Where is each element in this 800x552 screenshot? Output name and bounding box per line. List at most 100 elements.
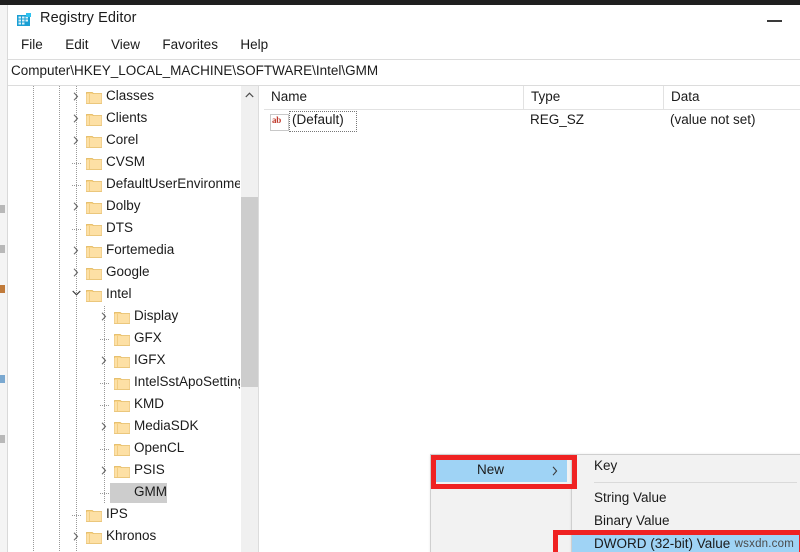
tree-scrollbar[interactable] <box>240 86 258 552</box>
registry-editor-icon <box>16 12 32 28</box>
expand-chevron-icon[interactable] <box>96 416 112 438</box>
value-name: (Default) <box>292 112 344 127</box>
tree-item-psis[interactable]: PSIS <box>8 460 258 482</box>
menu-file[interactable]: File <box>12 34 52 56</box>
menu-view[interactable]: View <box>102 34 149 56</box>
folder-icon <box>86 530 102 544</box>
folder-icon <box>86 90 102 104</box>
column-header-type[interactable]: Type <box>523 86 663 109</box>
expand-chevron-icon[interactable] <box>68 240 84 262</box>
registry-tree-pane[interactable]: Classes Clients Corel CVSM DefaultUserEnviro… <box>8 86 258 552</box>
chevron-right-icon <box>552 463 558 481</box>
submenu-separator <box>594 482 797 483</box>
expand-chevron-icon[interactable] <box>68 108 84 130</box>
tree-item-clients[interactable]: Clients <box>8 108 258 130</box>
tree-item-label: MediaSDK <box>134 418 199 433</box>
folder-icon <box>114 420 130 434</box>
tree-connector <box>100 383 109 384</box>
submenu-item-key[interactable]: Key <box>572 455 800 478</box>
string-value-icon: ab <box>270 114 289 131</box>
title-bar: Registry Editor <box>8 5 800 34</box>
submenu-item-label: DWORD (32-bit) Value <box>594 536 731 551</box>
tree-item-corel[interactable]: Corel <box>8 130 258 152</box>
tree-item-intelsstaposettings[interactable]: IntelSstApoSettings <box>8 372 258 394</box>
folder-icon <box>86 156 102 170</box>
tree-item-ips[interactable]: IPS <box>8 504 258 526</box>
folder-icon <box>114 398 130 412</box>
menu-help[interactable]: Help <box>231 34 277 56</box>
folder-icon <box>86 134 102 148</box>
tree-item-mediasdk[interactable]: MediaSDK <box>8 416 258 438</box>
submenu-item-string-value[interactable]: String Value <box>572 487 800 510</box>
tree-item-dolby[interactable]: Dolby <box>8 196 258 218</box>
expand-chevron-icon[interactable] <box>96 350 112 372</box>
folder-icon <box>86 222 102 236</box>
column-header-data[interactable]: Data <box>663 86 800 109</box>
tree-item-google[interactable]: Google <box>8 262 258 284</box>
column-header-name[interactable]: Name <box>264 86 523 109</box>
context-menu-item-new-label: New <box>477 462 505 477</box>
tree-connector <box>72 185 81 186</box>
content-area: Classes Clients Corel CVSM DefaultUserEnviro… <box>8 86 800 552</box>
tree-item-gfx[interactable]: GFX <box>8 328 258 350</box>
registry-editor-window: Registry Editor File Edit View Favorites… <box>8 5 800 552</box>
tree-item-fortemedia[interactable]: Fortemedia <box>8 240 258 262</box>
folder-icon <box>86 266 102 280</box>
tree-item-display[interactable]: Display <box>8 306 258 328</box>
tree-item-kmd[interactable]: KMD <box>8 394 258 416</box>
tree-item-label: Display <box>134 308 179 323</box>
tree-connector <box>72 229 81 230</box>
registry-path: Computer\HKEY_LOCAL_MACHINE\SOFTWARE\Int… <box>11 63 379 78</box>
tree-item-label: PSIS <box>134 462 165 477</box>
folder-icon <box>114 354 130 368</box>
submenu-item-binary-value[interactable]: Binary Value <box>572 510 800 533</box>
tree-item-khronos[interactable]: Khronos <box>8 526 258 548</box>
submenu-item-label: Binary Value <box>594 513 670 528</box>
tree-item-label: Fortemedia <box>106 242 175 257</box>
expand-chevron-icon[interactable] <box>96 460 112 482</box>
tree-item-classes[interactable]: Classes <box>8 86 258 108</box>
folder-icon <box>86 508 102 522</box>
tree-item-label: IGFX <box>134 352 166 367</box>
minimize-button[interactable] <box>760 10 790 30</box>
context-menu[interactable]: New <box>430 454 572 552</box>
menu-favorites[interactable]: Favorites <box>153 34 227 56</box>
tree-item-label: Google <box>106 264 150 279</box>
address-bar[interactable]: Computer\HKEY_LOCAL_MACHINE\SOFTWARE\Int… <box>8 59 800 86</box>
folder-icon <box>114 376 130 390</box>
expand-chevron-icon[interactable] <box>68 86 84 108</box>
tree-item-igfx[interactable]: IGFX <box>8 350 258 372</box>
tree-scrollbar-thumb[interactable] <box>241 197 258 387</box>
tree-item-opencl[interactable]: OpenCL <box>8 438 258 460</box>
tree-item-label: Clients <box>106 110 148 125</box>
submenu-item-label: String Value <box>594 490 667 505</box>
expand-chevron-icon[interactable] <box>68 526 84 548</box>
tree-connector <box>100 449 109 450</box>
menu-edit[interactable]: Edit <box>56 34 97 56</box>
table-row[interactable]: ab (Default) REG_SZ (value not set) <box>264 110 800 132</box>
tree-item-dts[interactable]: DTS <box>8 218 258 240</box>
collapse-chevron-icon[interactable] <box>68 284 84 306</box>
expand-chevron-icon[interactable] <box>68 130 84 152</box>
left-strip-mark <box>0 205 5 213</box>
expand-chevron-icon[interactable] <box>96 306 112 328</box>
tree-item-defaultuserenvironmer[interactable]: DefaultUserEnvironmer <box>8 174 258 196</box>
tree-item-cvsm[interactable]: CVSM <box>8 152 258 174</box>
values-list-header: Name Type Data <box>264 86 800 110</box>
expand-chevron-icon[interactable] <box>68 196 84 218</box>
chevron-up-icon[interactable] <box>241 86 258 103</box>
tree-item-label: Khronos <box>106 528 157 543</box>
expand-chevron-icon[interactable] <box>68 262 84 284</box>
screen: Registry Editor File Edit View Favorites… <box>0 0 800 552</box>
tree-connector <box>72 515 81 516</box>
watermark: wsxdn.com <box>734 538 794 550</box>
tree-item-label: Corel <box>106 132 139 147</box>
tree-item-knowles[interactable]: Knowles <box>8 548 258 552</box>
tree-item-intel[interactable]: Intel <box>8 284 258 306</box>
folder-icon <box>114 442 130 456</box>
context-menu-item-new[interactable]: New <box>435 459 567 482</box>
tree-connector <box>100 405 109 406</box>
tree-item-label: IPS <box>106 506 128 521</box>
tree-item-gmm[interactable]: GMM <box>8 482 258 504</box>
expand-chevron-icon[interactable] <box>68 548 84 552</box>
